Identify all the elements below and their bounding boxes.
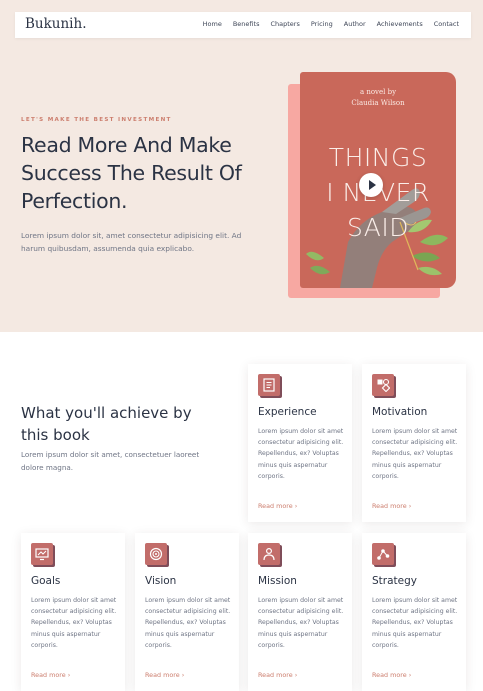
nav-contact[interactable]: Contact (434, 20, 459, 28)
person-icon (258, 543, 280, 565)
read-more-link[interactable]: Read more › (372, 671, 411, 679)
card-mission: Mission Lorem ipsum dolor sit amet conse… (248, 533, 352, 691)
card-text: Lorem ipsum dolor sit amet consectetur a… (31, 597, 117, 649)
read-more-label: Read more (258, 671, 293, 679)
brand-logo[interactable]: Bukunih. (25, 16, 87, 32)
card-text: Lorem ipsum dolor sit amet consectetur a… (372, 597, 458, 649)
card-title: Vision (145, 575, 177, 587)
card-title: Mission (258, 575, 297, 587)
book-subtitle-line2: Claudia Wilson (351, 99, 405, 107)
chevron-right-icon: › (408, 502, 412, 510)
nav-benefits[interactable]: Benefits (233, 20, 260, 28)
card-text: Lorem ipsum dolor sit amet consectetur a… (145, 597, 231, 649)
nav-author[interactable]: Author (344, 20, 366, 28)
card-title: Experience (258, 406, 317, 418)
card-title: Motivation (372, 406, 428, 418)
book-author: a novel by Claudia Wilson (300, 87, 456, 109)
book-title-line1: THINGS (328, 143, 428, 172)
book-subtitle-line1: a novel by (359, 88, 397, 96)
target-icon (145, 543, 167, 565)
nav-menu: Home Benefits Chapters Pricing Author Ac… (203, 20, 459, 28)
read-more-label: Read more (31, 671, 66, 679)
achieve-title: What you'll achieve by this book (21, 404, 192, 444)
read-more-link[interactable]: Read more › (372, 502, 411, 510)
achieve-description: Lorem ipsum dolor sit amet, consectetuer… (21, 450, 200, 472)
read-more-label: Read more (145, 671, 180, 679)
nav-home[interactable]: Home (203, 20, 222, 28)
card-goals: Goals Lorem ipsum dolor sit amet consect… (21, 533, 125, 691)
card-motivation: Motivation Lorem ipsum dolor sit amet co… (362, 364, 466, 522)
play-icon[interactable] (359, 173, 383, 197)
read-more-link[interactable]: Read more › (145, 671, 184, 679)
read-more-label: Read more (258, 502, 293, 510)
card-title: Strategy (372, 575, 417, 587)
hero-eyebrow: LET'S MAKE THE BEST INVESTMENT (21, 117, 172, 123)
shapes-icon (372, 374, 394, 396)
network-icon (372, 543, 394, 565)
hero-description: Lorem ipsum dolor sit, amet consectetur … (21, 231, 242, 253)
read-more-link[interactable]: Read more › (31, 671, 70, 679)
card-title: Goals (31, 575, 61, 587)
read-more-label: Read more (372, 502, 407, 510)
book-title-line3: SAID (346, 213, 410, 242)
card-experience: Experience Lorem ipsum dolor sit amet co… (248, 364, 352, 522)
read-more-link[interactable]: Read more › (258, 502, 297, 510)
nav-achievements[interactable]: Achievements (377, 20, 423, 28)
read-more-link[interactable]: Read more › (258, 671, 297, 679)
card-strategy: Strategy Lorem ipsum dolor sit amet cons… (362, 533, 466, 691)
nav-chapters[interactable]: Chapters (270, 20, 299, 28)
nav-pricing[interactable]: Pricing (311, 20, 333, 28)
chevron-right-icon: › (181, 671, 185, 679)
card-text: Lorem ipsum dolor sit amet consectetur a… (258, 597, 344, 649)
monitor-icon (31, 543, 53, 565)
card-vision: Vision Lorem ipsum dolor sit amet consec… (135, 533, 239, 691)
document-icon (258, 374, 280, 396)
chevron-right-icon: › (294, 671, 298, 679)
hero-headline: Read More And Make Success The Result Of… (21, 133, 242, 213)
chevron-right-icon: › (67, 671, 71, 679)
card-text: Lorem ipsum dolor sit amet consectetur a… (258, 428, 344, 480)
chevron-right-icon: › (408, 671, 412, 679)
card-text: Lorem ipsum dolor sit amet consectetur a… (372, 428, 458, 480)
chevron-right-icon: › (294, 502, 298, 510)
navbar: Bukunih. Home Benefits Chapters Pricing … (15, 12, 471, 38)
read-more-label: Read more (372, 671, 407, 679)
